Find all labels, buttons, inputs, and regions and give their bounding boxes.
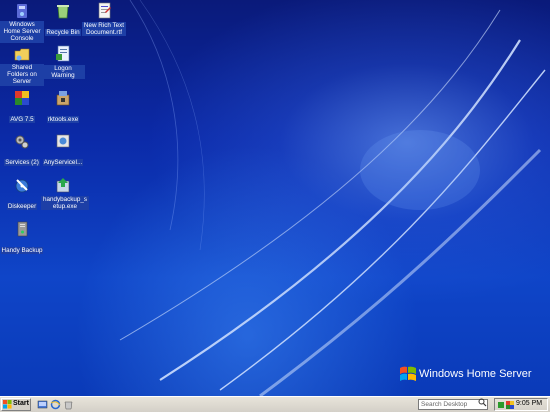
rktools-installer-icon: [56, 91, 70, 106]
desktop-icon-label: handybackup_setup.exe: [41, 195, 89, 211]
desktop-icon-label: Shared Folders on Server: [0, 64, 44, 86]
desktop-icon-home-server-console[interactable]: Windows Home Server Console: [0, 2, 44, 45]
desktop-icon-rtf-document[interactable]: New Rich Text Document.rtf: [82, 2, 126, 39]
desktop-icon-anyservice[interactable]: AnyServiceI...: [41, 132, 85, 169]
desktop-icon-label: rktools.exe: [46, 116, 80, 124]
recycle-bin-icon: [57, 5, 69, 19]
desktop-icon-label: Windows Home Server Console: [0, 21, 44, 43]
desktop-icon-rktools[interactable]: rktools.exe: [41, 89, 85, 126]
desktop-icon-avg[interactable]: AVG 7.5: [0, 89, 44, 126]
desktop-icon-label: Services (2): [4, 159, 40, 167]
avg-antivirus-icon: [15, 91, 29, 105]
desktop-icon-label: Logon Warning: [41, 64, 85, 80]
windows-home-server-tray-icon[interactable]: [497, 401, 505, 409]
desktop-icon-handybackup-setup[interactable]: handybackup_setup.exe: [41, 176, 89, 213]
handy-backup-icon: [17, 221, 28, 237]
desktop-icon-label: Diskeeper: [6, 203, 38, 211]
shared-folders-icon: [14, 48, 30, 61]
desktop-icon-shared-folders[interactable]: Shared Folders on Server: [0, 45, 44, 88]
internet-explorer-icon[interactable]: [50, 399, 61, 410]
recycle-bin-icon[interactable]: [63, 399, 74, 410]
start-button[interactable]: Start: [1, 398, 31, 411]
desktop-icon-services[interactable]: Services (2): [0, 132, 44, 169]
taskbar: Start Search Desktop 9:05 PM: [0, 396, 550, 412]
start-label: Start: [13, 400, 29, 407]
diskeeper-icon: [15, 179, 29, 193]
rtf-document-icon: [98, 2, 111, 19]
desktop-icon-logon-warning[interactable]: Logon Warning: [41, 45, 85, 82]
desktop-icon-recycle-bin[interactable]: Recycle Bin: [41, 2, 85, 39]
desktop-icon-handy-backup[interactable]: Handy Backup: [0, 220, 44, 257]
windows-flag-icon: [3, 400, 12, 409]
avg-tray-icon[interactable]: [506, 401, 514, 409]
anyservice-icon: [56, 134, 70, 148]
desktop-icon-label: Handy Backup: [0, 247, 44, 255]
show-desktop-icon[interactable]: [37, 399, 48, 410]
desktop-icon-label: Recycle Bin: [45, 29, 81, 37]
windows-home-server-logo: Windows Home Server: [398, 364, 548, 386]
logon-warning-icon: [56, 45, 70, 62]
clock[interactable]: 9:05 PM: [516, 400, 542, 407]
desktop-icon-label: New Rich Text Document.rtf: [82, 21, 126, 37]
system-tray: 9:05 PM: [494, 398, 548, 411]
desktop-icon-label: AnyServiceI...: [42, 159, 84, 167]
handybackup-setup-icon: [56, 178, 70, 193]
search-placeholder: Search Desktop: [421, 401, 468, 408]
desktop-icon-label: AVG 7.5: [9, 116, 35, 124]
services-gears-icon: [15, 135, 29, 149]
desktop-icon-diskeeper[interactable]: Diskeeper: [0, 176, 44, 213]
search-icon[interactable]: [478, 398, 487, 407]
product-name: Windows Home Server: [419, 368, 532, 380]
windows-flag-icon: [400, 366, 416, 381]
desktop[interactable]: Windows Home Server Console Recycle Bin …: [0, 0, 550, 396]
home-server-console-icon: [17, 4, 27, 18]
